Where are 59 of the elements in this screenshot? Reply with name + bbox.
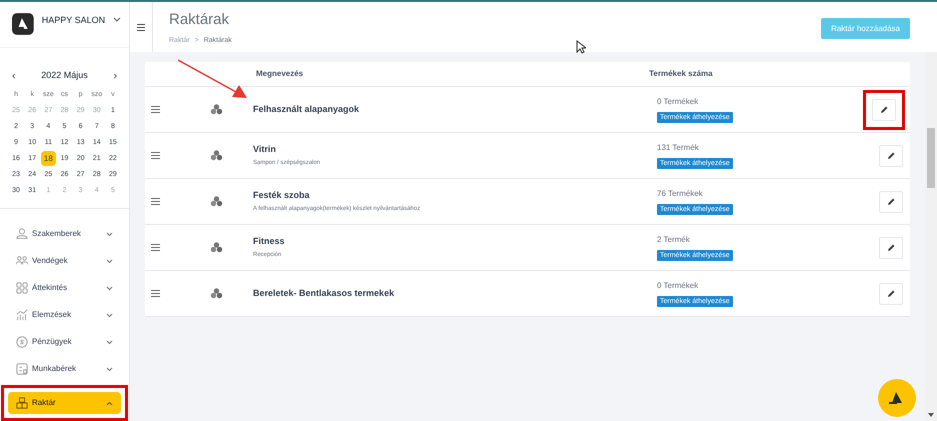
sidebar-item[interactable]: Szakemberek [8,223,121,245]
pencil-icon [886,289,896,298]
drag-handle-icon[interactable] [151,106,160,113]
scroll-down-icon[interactable] [928,413,934,417]
boxes-icon [16,397,28,409]
pencil-icon [886,151,896,160]
boxes-icon [210,196,223,207]
boxes-icon [210,104,223,115]
calendar-title: 2022 Május [41,69,88,82]
edit-button[interactable] [872,98,896,120]
boxes-icon [210,288,223,299]
edit-button[interactable] [879,190,903,212]
boxes-icon [210,242,223,253]
product-count: 2 Termék [657,234,690,246]
chart-icon [16,309,28,321]
pencil-icon [880,105,888,114]
column-header: Megnevezés [256,68,304,80]
previous-month-button[interactable]: ‹ [12,68,16,84]
edit-button[interactable] [879,282,903,304]
warehouse-name: Festék szoba [253,188,311,202]
edit-button[interactable] [879,144,903,166]
scrollbar-thumb[interactable] [927,128,935,188]
warehouse-name: Fitness [253,234,286,248]
drag-handle-icon[interactable] [151,290,160,297]
warehouse-name: Vitrin [253,142,277,156]
logo-icon [12,13,34,36]
coin-icon [16,336,28,348]
sidebar-item[interactable]: Munkabérek [8,358,121,380]
warehouse-name: Felhasznált alapanyagok [253,102,360,116]
group-icon [16,255,28,267]
calculator-icon [16,363,28,375]
drag-handle-icon[interactable] [151,152,160,159]
sidebar-item[interactable]: Áttekintés [8,277,121,299]
sidebar-item[interactable]: Pénzügyek [8,331,121,353]
product-count: 0 Termékek [657,280,698,292]
sidebar-item[interactable]: Raktár [8,392,121,414]
product-count: 131 Termék [657,142,699,154]
boxes-icon [210,150,223,161]
sidebar-item[interactable]: Vendégek [8,250,121,272]
drag-handle-icon[interactable] [151,244,160,251]
annotation-arrow [178,59,248,99]
column-header: Termékek száma [649,68,713,80]
brand-name: HAPPY SALON [42,14,106,27]
edit-button[interactable] [879,236,903,258]
pencil-icon [886,243,896,252]
warehouse-name: Bereletek- Bentlakasos termekek [253,286,396,300]
product-count: 76 Termékek [657,188,703,200]
person-icon [16,228,28,240]
drag-handle-icon[interactable] [151,198,160,205]
grid-icon [16,282,28,294]
chevron-down-icon[interactable] [113,17,121,23]
pencil-icon [886,197,896,206]
page-title: Raktárak [169,12,230,27]
calendar-day[interactable]: 18 [40,151,56,166]
sidebar-item[interactable]: Elemzések [8,304,121,326]
next-month-button[interactable]: › [113,68,117,84]
menu-icon[interactable] [137,24,145,31]
product-count: 0 Termékek [657,96,698,108]
help-button[interactable] [878,379,916,417]
